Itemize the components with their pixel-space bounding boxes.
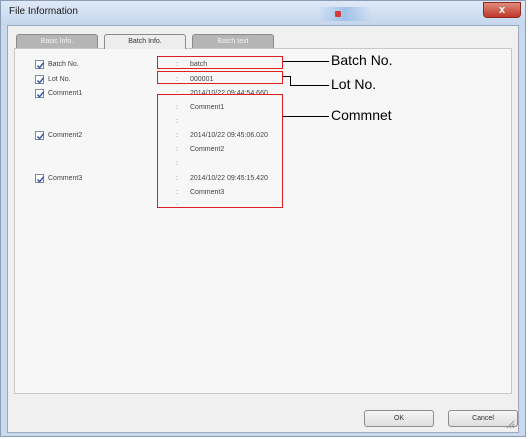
dialog-title: File Information — [9, 6, 78, 17]
tab-basic-info[interactable]: Basic Info. — [16, 34, 98, 48]
title-bar-highlight — [319, 7, 371, 21]
title-bar[interactable]: File Information x — [1, 1, 525, 25]
lot-no-checkbox[interactable] — [35, 75, 45, 84]
comment3-label: Comment3 — [48, 175, 83, 182]
comment3-checkbox[interactable] — [35, 174, 45, 183]
comment2-label: Comment2 — [48, 132, 83, 139]
ok-button[interactable]: OK — [364, 410, 434, 427]
close-button[interactable]: x — [483, 2, 521, 18]
checkmark-icon — [36, 62, 45, 69]
tab-batch-info[interactable]: Batch Info. — [104, 34, 186, 49]
batch-no-leader-line — [283, 61, 329, 62]
tab-batch-text[interactable]: Batch text — [192, 34, 274, 48]
checkmark-icon — [36, 91, 45, 98]
lot-no-annotation: Lot No. — [331, 76, 377, 92]
checkmark-icon — [36, 77, 45, 84]
lot-no-highlight-box — [157, 71, 283, 84]
lot-no-leader-line — [290, 85, 329, 86]
batch-no-checkbox[interactable] — [35, 60, 45, 69]
comment2-checkbox[interactable] — [35, 131, 45, 140]
batch-no-label: Batch No. — [48, 61, 79, 68]
title-bar-marker — [335, 11, 341, 17]
checkmark-icon — [36, 133, 45, 140]
comment-highlight-box — [157, 94, 283, 208]
lot-no-leader-line — [283, 76, 290, 77]
comment-leader-line — [283, 116, 329, 117]
resize-grip-icon[interactable] — [505, 419, 515, 429]
comment1-label: Comment1 — [48, 90, 83, 97]
batch-no-annotation: Batch No. — [331, 52, 393, 68]
close-icon: x — [498, 4, 506, 16]
comment1-checkbox[interactable] — [35, 89, 45, 98]
lot-no-label: Lot No. — [48, 76, 71, 83]
dialog-body: Basic Info. Batch Info. Batch text Batch… — [7, 25, 519, 433]
checkmark-icon — [36, 176, 45, 183]
comment-annotation: Commnet — [331, 107, 392, 123]
batch-no-highlight-box — [157, 56, 283, 69]
